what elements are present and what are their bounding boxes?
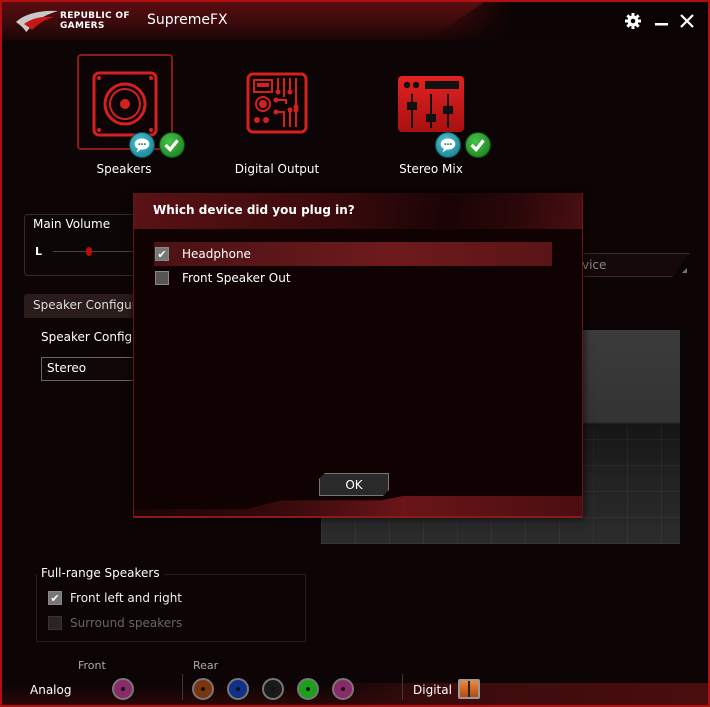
option-label: Front Speaker Out <box>182 271 291 285</box>
rear-green-jack[interactable] <box>297 678 319 700</box>
app-title: SupremeFX <box>147 12 228 28</box>
check-icon <box>465 132 491 158</box>
checkbox-label: Surround speakers <box>70 616 183 630</box>
rear-black-jack[interactable] <box>262 678 284 700</box>
balance-slider-thumb[interactable] <box>86 247 92 256</box>
minimize-button[interactable] <box>652 11 672 31</box>
dialog-footer-line <box>134 516 582 518</box>
minimize-icon <box>655 23 668 26</box>
front-label: Front <box>78 659 106 672</box>
rear-blue-jack[interactable] <box>227 678 249 700</box>
plug-in-dialog: Which device did you plug in? ✔ Headphon… <box>133 193 583 518</box>
front-left-right-checkbox-row[interactable]: ✔ Front left and right <box>48 591 182 605</box>
option-headphone[interactable]: ✔ Headphone <box>154 242 552 266</box>
left-channel-label: L <box>35 245 43 258</box>
rog-logo-icon <box>16 10 58 33</box>
device-speakers[interactable]: Speakers <box>69 54 185 184</box>
rear-pink-jack[interactable] <box>332 678 354 700</box>
close-button[interactable] <box>677 11 697 31</box>
mixer-icon <box>398 76 464 132</box>
dialog-footer <box>134 496 582 518</box>
device-digital-output[interactable]: Digital Output <box>222 54 332 184</box>
option-label: Headphone <box>182 247 251 261</box>
chat-icon <box>129 132 155 158</box>
full-range-title: Full-range Speakers <box>41 566 164 580</box>
title-bar[interactable]: REPUBLIC OF GAMERS SupremeFX <box>2 2 708 40</box>
surround-speakers-checkbox-row: Surround speakers <box>48 616 182 630</box>
balance-slider[interactable] <box>53 247 133 256</box>
device-label: Speakers <box>96 162 152 176</box>
front-pink-jack[interactable] <box>112 678 134 700</box>
brand-text: REPUBLIC OF GAMERS <box>60 11 130 31</box>
brand-line-2: GAMERS <box>60 21 105 31</box>
full-range-group <box>36 574 306 642</box>
front-left-right-checkbox[interactable]: ✔ <box>48 591 62 605</box>
front-speaker-out-checkbox[interactable] <box>155 271 169 285</box>
digital-divider <box>402 674 403 700</box>
chat-icon <box>435 132 461 158</box>
close-icon <box>680 14 694 28</box>
spdif-port-icon[interactable] <box>458 679 480 699</box>
check-icon <box>159 132 185 158</box>
dropdown-corner-icon <box>682 268 687 273</box>
dialog-title: Which device did you plug in? <box>153 203 355 217</box>
speaker-configuration-select[interactable]: Stereo <box>41 357 141 381</box>
digital-label: Digital <box>413 683 452 697</box>
speaker-configuration-label: Speaker Configur <box>41 330 145 344</box>
speaker-icon <box>92 71 158 137</box>
circuit-board-icon <box>246 72 308 134</box>
surround-speakers-checkbox <box>48 616 62 630</box>
settings-button[interactable] <box>623 11 643 31</box>
main-volume-title: Main Volume <box>33 217 111 231</box>
device-stereo-mix[interactable]: Stereo Mix <box>376 54 491 184</box>
option-front-speaker-out[interactable]: Front Speaker Out <box>154 266 552 290</box>
tab-speaker-configuration[interactable]: Speaker Configurat <box>24 294 144 318</box>
brand-line-1: REPUBLIC OF <box>60 11 130 21</box>
device-label: Digital Output <box>234 162 320 176</box>
analog-label: Analog <box>30 683 72 697</box>
checkbox-label: Front left and right <box>70 591 183 605</box>
jack-divider <box>182 674 183 700</box>
ok-button[interactable]: OK <box>319 473 389 496</box>
rear-orange-jack[interactable] <box>192 678 214 700</box>
app-window: REPUBLIC OF GAMERS SupremeFX Speakers Di… <box>0 0 710 707</box>
headphone-checkbox[interactable]: ✔ <box>155 247 169 261</box>
rear-label: Rear <box>193 659 219 672</box>
jack-panel <box>2 652 708 705</box>
device-label: Stereo Mix <box>399 162 463 176</box>
gear-icon <box>625 13 641 29</box>
